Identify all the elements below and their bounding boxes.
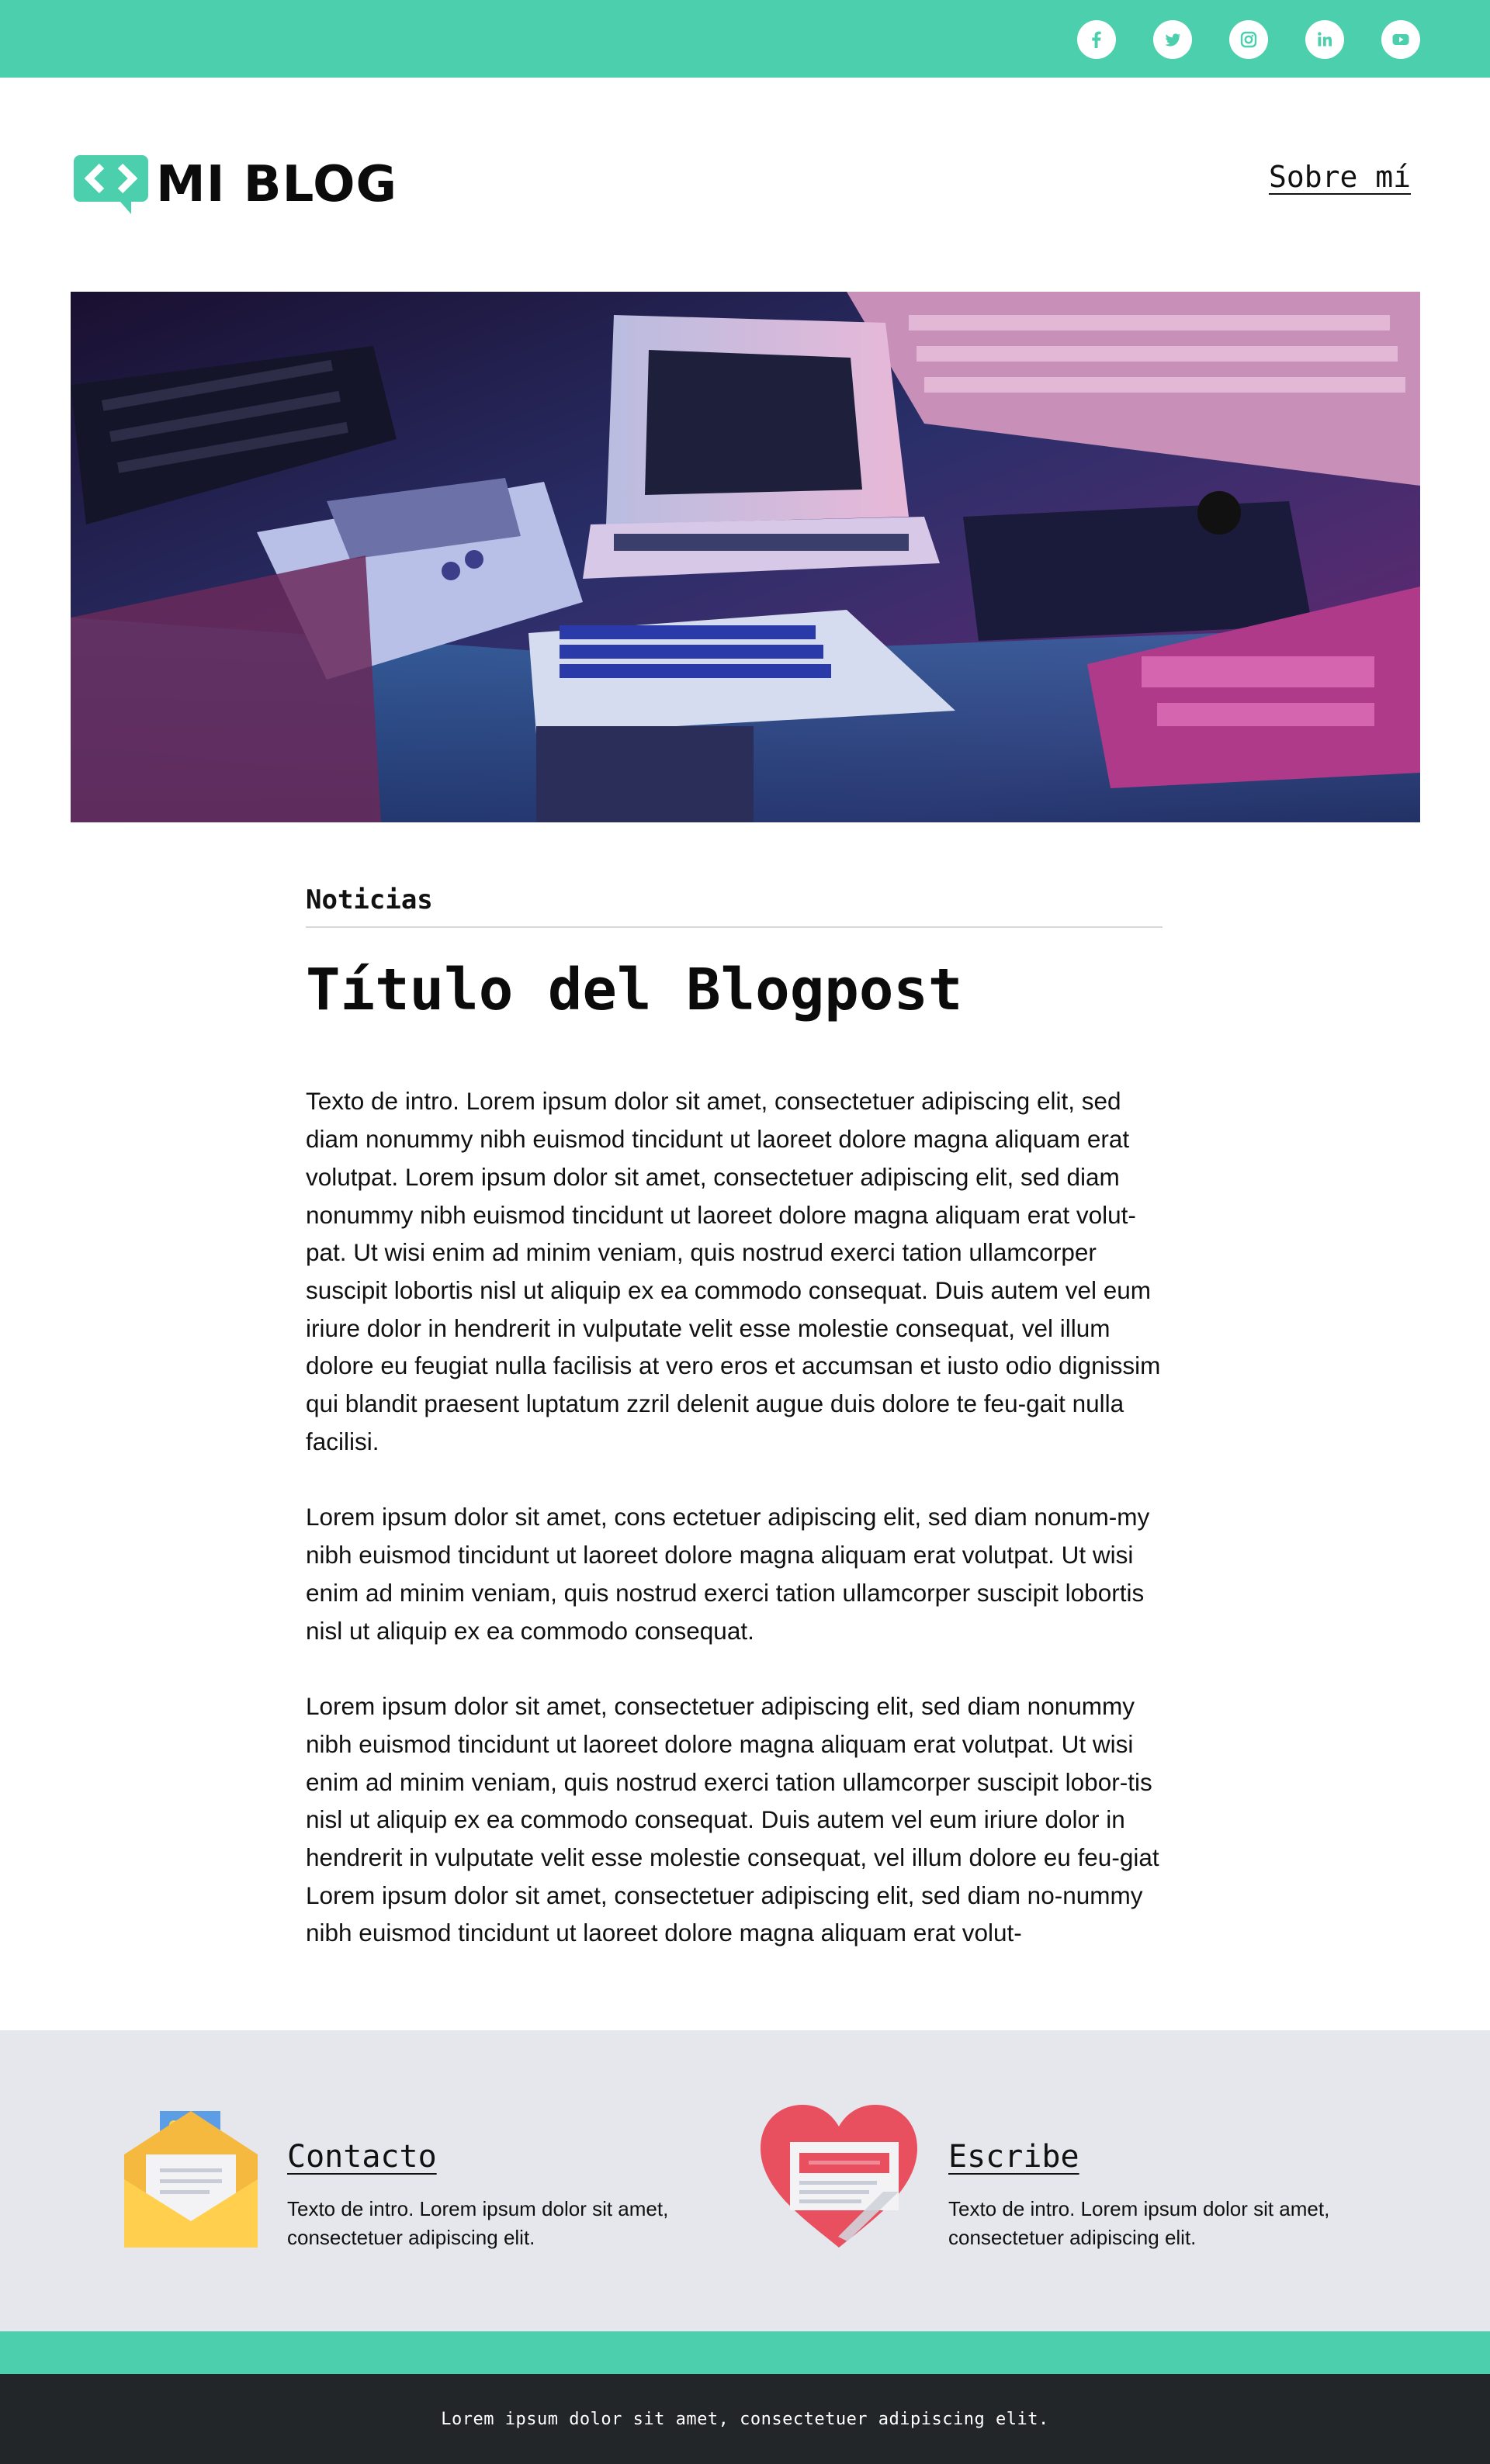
write-link[interactable]: Escribe [948,2139,1079,2175]
footer: Lorem ipsum dolor sit amet, consectetuer… [0,2374,1490,2464]
envelope-icon [124,2111,258,2248]
heart-letter-icon [761,2105,917,2248]
contact-description: Texto de intro. Lorem ipsum dolor sit am… [287,2197,669,2249]
contact-link[interactable]: Contacto [287,2139,437,2175]
article-title: Título del Blogpost [306,957,963,1023]
contact-card: Contacto Texto de intro. Lorem ipsum dol… [0,2030,745,2331]
article-paragraph: Lorem ipsum dolor sit amet, cons ectetue… [306,1503,1150,1645]
youtube-icon [1392,34,1409,45]
linkedin-icon [1318,32,1332,47]
footer-accent-band [0,2331,1490,2374]
instagram-link[interactable] [1229,20,1268,59]
youtube-link[interactable] [1381,20,1420,59]
contact-section: Contacto Texto de intro. Lorem ipsum dol… [0,2030,1490,2331]
instagram-icon [1240,31,1257,48]
article: Noticias Título del Blogpost Texto de in… [306,884,1164,1952]
twitter-icon [1165,33,1180,47]
code-bubble-icon [74,155,148,214]
nav-about-link[interactable]: Sobre mí [1269,160,1411,194]
footer-text: Lorem ipsum dolor sit amet, consectetuer… [441,2409,1049,2429]
logo-text: MI BLOG [156,156,397,213]
article-category[interactable]: Noticias [306,884,1163,928]
social-bar [0,0,1490,78]
facebook-link[interactable] [1077,20,1116,59]
retro-computers-image [71,292,1420,822]
linkedin-link[interactable] [1305,20,1344,59]
site-logo[interactable]: MI BLOG [74,154,397,216]
facebook-icon [1092,31,1101,48]
article-paragraph: Lorem ipsum dolor sit amet, consectetuer… [306,1692,1159,1947]
twitter-link[interactable] [1153,20,1192,59]
write-description: Texto de intro. Lorem ipsum dolor sit am… [948,2197,1330,2249]
write-card: Escribe Texto de intro. Lorem ipsum dolo… [745,2030,1490,2331]
article-paragraph: Texto de intro. Lorem ipsum dolor sit am… [306,1087,1161,1455]
hero-image [71,292,1420,822]
